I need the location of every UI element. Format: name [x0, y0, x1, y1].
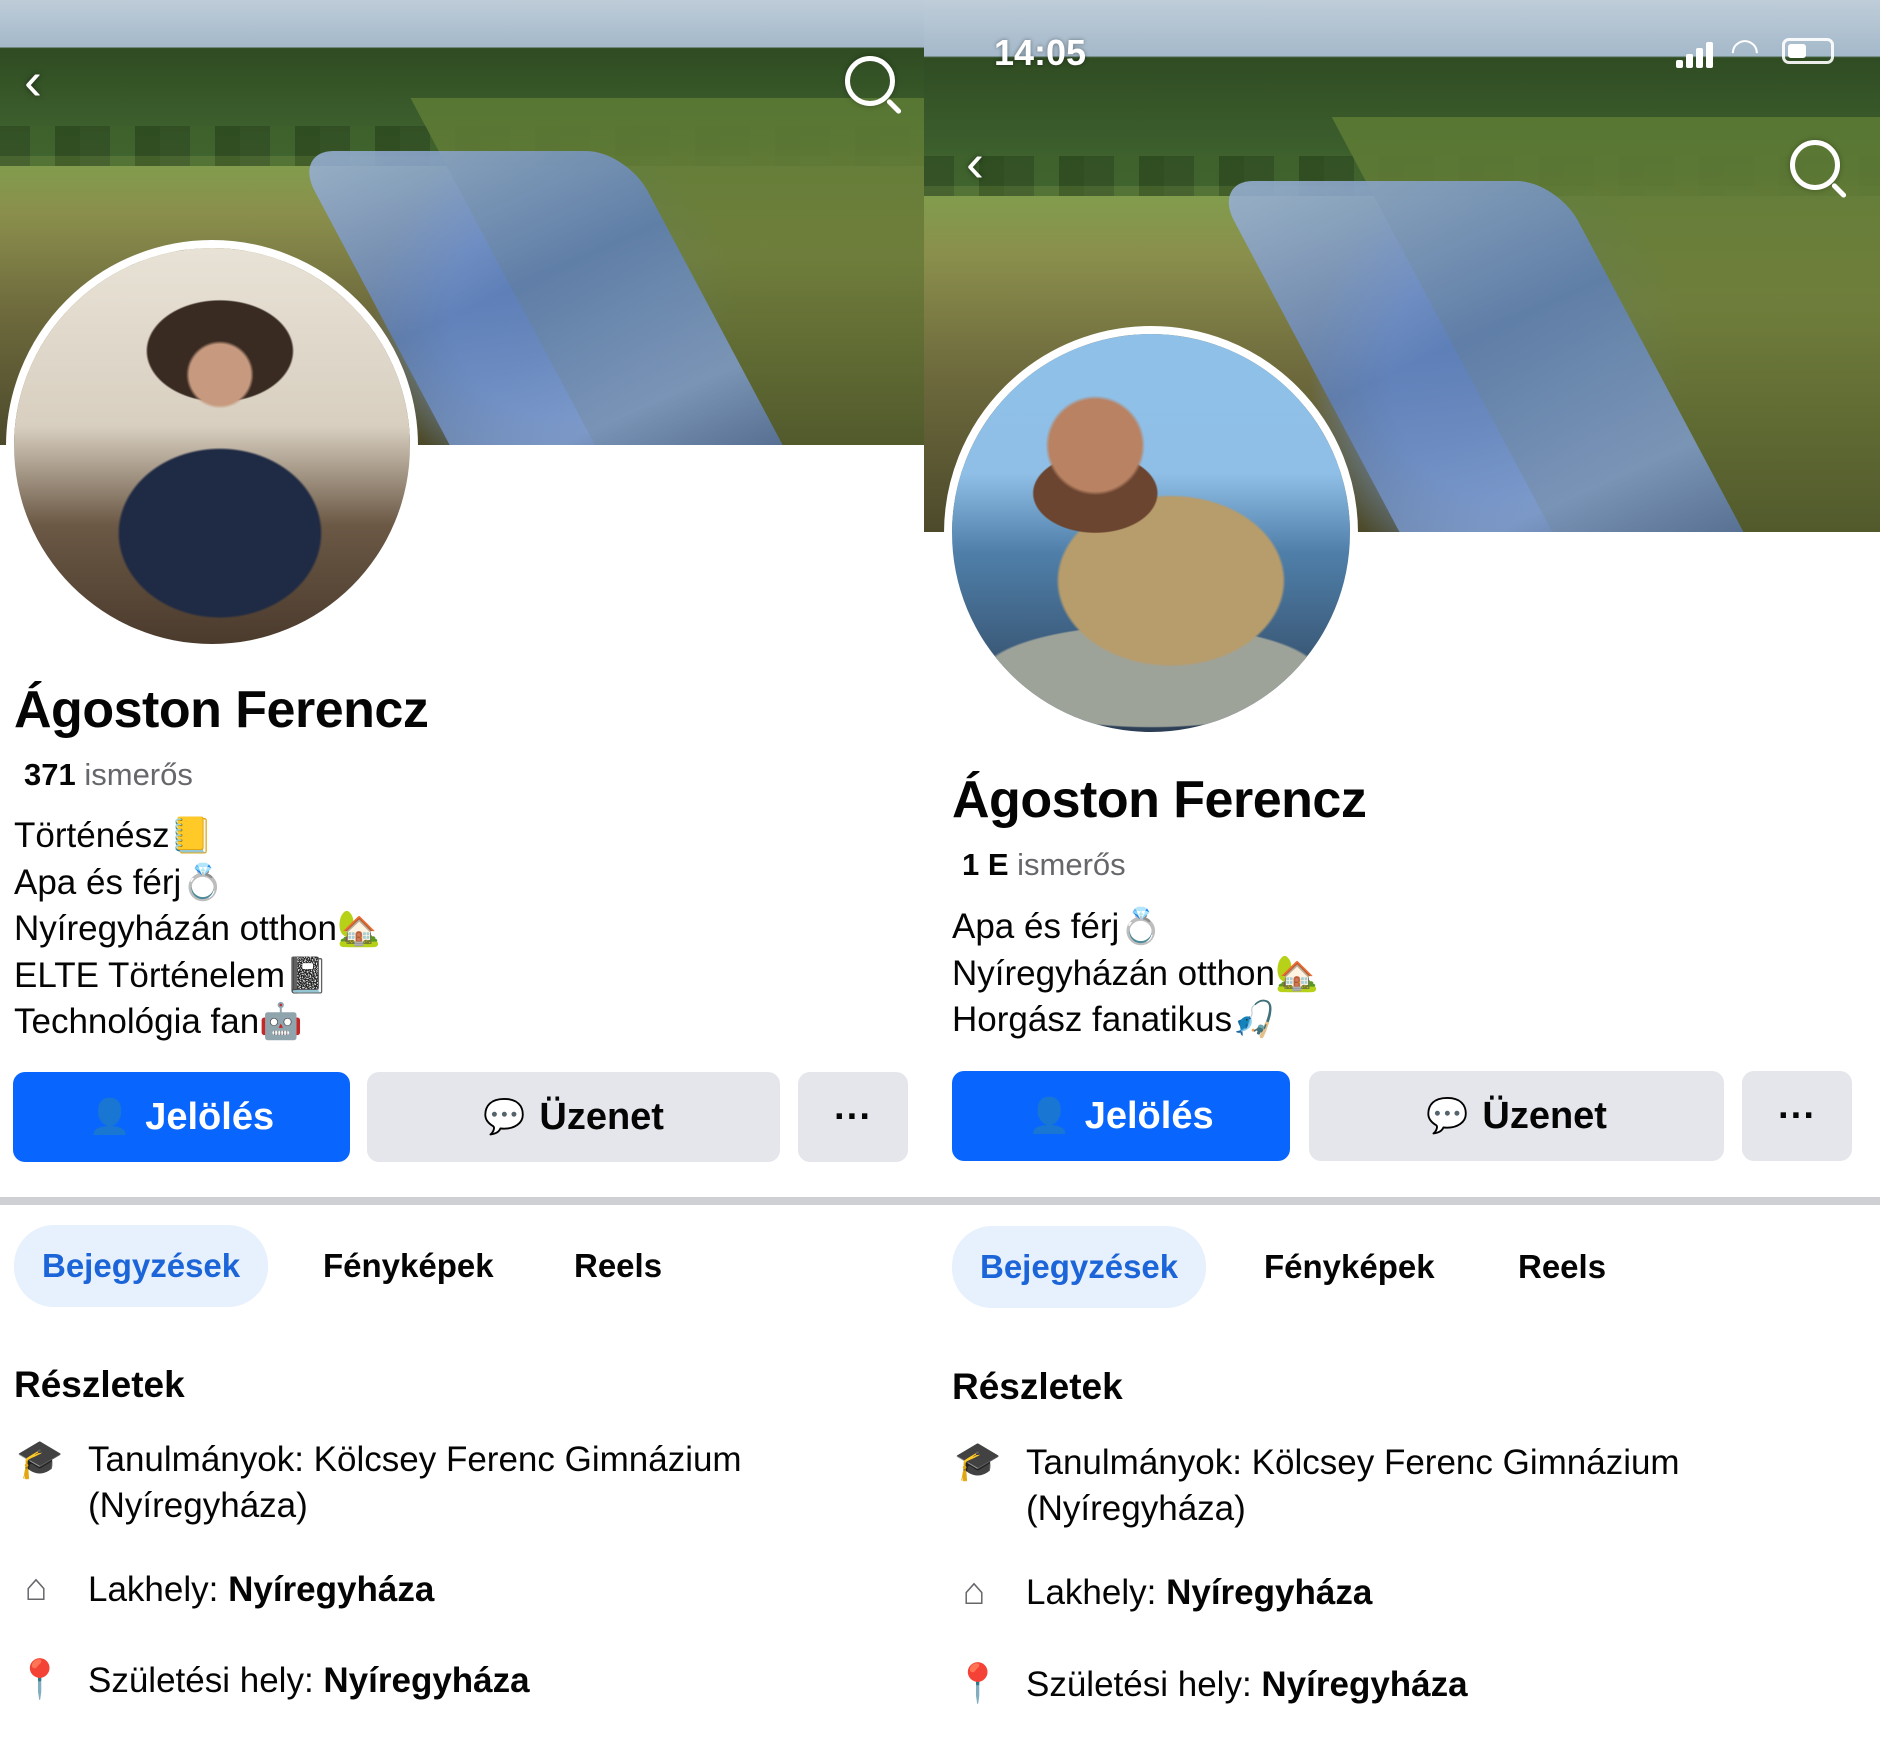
tab-photos[interactable]: Fényképek: [323, 1247, 494, 1285]
studies-text: Tanulmányok: Kölcsey Ferenc Gimnázium: [88, 1440, 742, 1479]
profile-bio: Apa és férj💍 Nyíregyházán otthon🏡 Horgás…: [952, 904, 1319, 1044]
tab-photos[interactable]: Fényképek: [1264, 1248, 1435, 1286]
detail-studies: Tanulmányok: Kölcsey Ferenc Gimnázium (N…: [1026, 1440, 1680, 1532]
search-icon[interactable]: [845, 56, 905, 116]
profile-screenshot-right: 14:05 ◠ ‹ Ágoston Ferencz 1 E ismerős Ap…: [924, 0, 1880, 1745]
tab-posts[interactable]: Bejegyzések: [14, 1225, 269, 1307]
bio-line: Apa és férj💍: [952, 907, 1163, 946]
residence-value[interactable]: Nyíregyháza: [1166, 1573, 1372, 1612]
profile-name: Ágoston Ferencz: [14, 681, 429, 739]
details-title: Részletek: [14, 1364, 185, 1405]
tab-reels[interactable]: Reels: [574, 1247, 662, 1285]
birthplace-value[interactable]: Nyíregyháza: [1261, 1665, 1467, 1704]
search-icon[interactable]: [1790, 140, 1850, 200]
add-friend-button[interactable]: 👤 Jelölés: [13, 1072, 350, 1162]
residence-label: Lakhely:: [88, 1570, 229, 1609]
add-friend-label: Jelölés: [1084, 1094, 1214, 1137]
add-friend-label: Jelölés: [145, 1095, 275, 1138]
home-icon: ⌂: [24, 1567, 48, 1609]
birthplace-value[interactable]: Nyíregyháza: [323, 1661, 529, 1700]
messenger-icon: 💬: [1426, 1097, 1469, 1135]
friends-number: 371: [24, 757, 76, 792]
location-pin-icon: 📍: [954, 1663, 1002, 1705]
wifi-icon: ◠: [1730, 32, 1760, 70]
more-button[interactable]: ···: [1742, 1071, 1852, 1161]
friends-count[interactable]: 1 E ismerős: [962, 847, 1126, 883]
messenger-icon: 💬: [483, 1098, 526, 1136]
profile-name: Ágoston Ferencz: [952, 771, 1367, 829]
bio-line: Nyíregyházán otthon🏡: [952, 953, 1319, 993]
battery-icon: [1782, 38, 1834, 64]
add-friend-icon: 👤: [88, 1098, 132, 1136]
graduation-cap-icon: 🎓: [16, 1439, 64, 1481]
details-title: Részletek: [952, 1366, 1123, 1407]
detail-residence: Lakhely: Nyíregyháza: [1026, 1570, 1372, 1616]
bio-line: Történész📒: [14, 816, 214, 855]
chevron-left-icon[interactable]: ‹: [966, 136, 984, 190]
detail-residence: Lakhely: Nyíregyháza: [88, 1567, 434, 1613]
more-button[interactable]: ···: [798, 1072, 908, 1162]
studies-text-2: (Nyíregyháza): [1026, 1489, 1246, 1528]
profile-screenshot-left: ‹ Ágoston Ferencz 371 ismerős Történész📒…: [0, 0, 924, 1745]
more-label: ···: [834, 1095, 872, 1138]
location-pin-icon: 📍: [16, 1659, 64, 1701]
tab-reels[interactable]: Reels: [1518, 1248, 1606, 1286]
birthplace-label: Születési hely:: [1026, 1665, 1262, 1704]
message-button[interactable]: 💬 Üzenet: [1309, 1071, 1724, 1161]
bio-line: ELTE Történelem📓: [14, 955, 329, 995]
profile-bio: Történész📒 Apa és férj💍 Nyíregyházán ott…: [14, 813, 381, 1046]
residence-value[interactable]: Nyíregyháza: [228, 1570, 434, 1609]
bio-line: Horgász fanatikus🎣: [952, 1000, 1276, 1039]
message-label: Üzenet: [1482, 1094, 1607, 1137]
tab-posts[interactable]: Bejegyzések: [952, 1226, 1207, 1308]
status-time: 14:05: [994, 32, 1087, 73]
detail-birthplace: Születési hely: Nyíregyháza: [1026, 1662, 1468, 1708]
graduation-cap-icon: 🎓: [954, 1441, 1002, 1483]
add-friend-icon: 👤: [1028, 1097, 1071, 1135]
chevron-left-icon[interactable]: ‹: [24, 54, 42, 108]
signal-icon: [1676, 40, 1716, 68]
studies-text-2: (Nyíregyháza): [88, 1486, 308, 1525]
message-label: Üzenet: [539, 1095, 664, 1138]
studies-text: Tanulmányok: Kölcsey Ferenc Gimnázium: [1026, 1443, 1680, 1482]
friends-label: ismerős: [1017, 847, 1126, 882]
profile-avatar[interactable]: [944, 326, 1358, 740]
detail-studies: Tanulmányok: Kölcsey Ferenc Gimnázium (N…: [88, 1437, 742, 1529]
friends-label: ismerős: [84, 757, 193, 792]
friends-number: 1 E: [962, 847, 1009, 882]
bio-line: Nyíregyházán otthon🏡: [14, 909, 381, 948]
home-icon: ⌂: [962, 1571, 986, 1613]
birthplace-label: Születési hely:: [88, 1661, 324, 1700]
section-separator: [924, 1197, 1880, 1205]
detail-birthplace: Születési hely: Nyíregyháza: [88, 1658, 530, 1704]
more-label: ···: [1778, 1094, 1816, 1137]
friends-count[interactable]: 371 ismerős: [24, 757, 193, 793]
residence-label: Lakhely:: [1026, 1573, 1167, 1612]
message-button[interactable]: 💬 Üzenet: [367, 1072, 780, 1162]
add-friend-button[interactable]: 👤 Jelölés: [952, 1071, 1290, 1161]
section-separator: [0, 1197, 924, 1205]
profile-avatar[interactable]: [6, 240, 418, 652]
bio-line: Apa és férj💍: [14, 862, 225, 902]
bio-line: Technológia fan🤖: [14, 1002, 303, 1041]
